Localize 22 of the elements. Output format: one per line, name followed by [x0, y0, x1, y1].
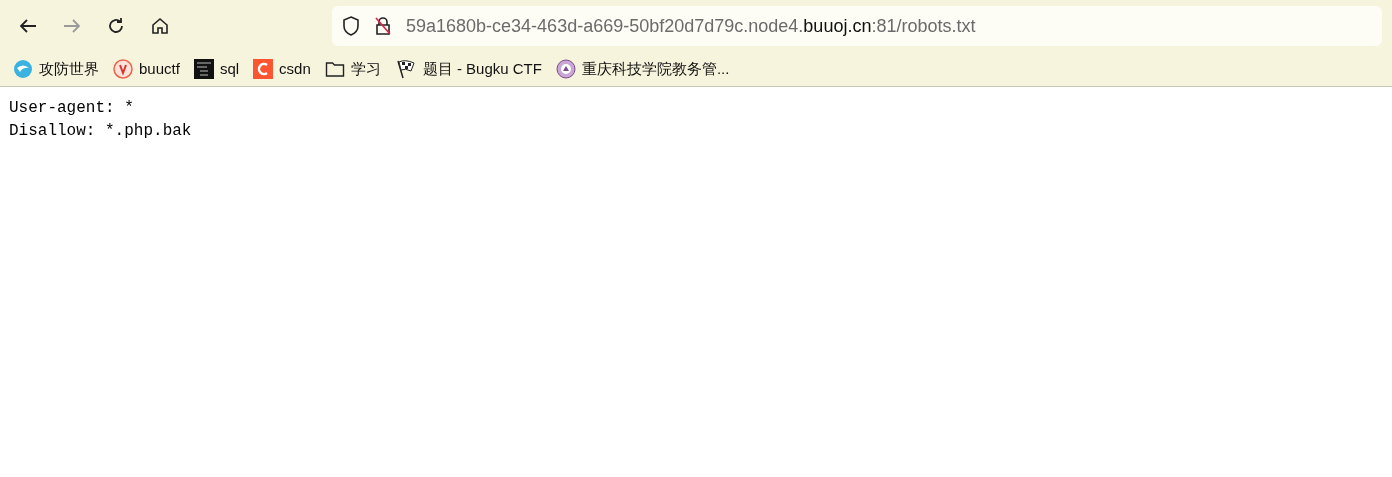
- reload-icon: [106, 16, 126, 36]
- emblem-icon: [555, 59, 576, 79]
- bookmark-item[interactable]: 题目 - Bugku CTF: [394, 57, 542, 81]
- bookmark-item[interactable]: sql: [193, 57, 240, 81]
- bookmark-item[interactable]: csdn: [253, 57, 311, 81]
- shield-icon: [342, 16, 360, 36]
- seal-icon: [113, 59, 133, 79]
- address-bar[interactable]: 59a1680b-ce34-463d-a669-50bf20d7d79c.node4.buuoj.cn:81/robots.txt: [332, 6, 1382, 46]
- hack-icon: [193, 59, 214, 79]
- robots-line: User-agent: *: [9, 98, 134, 119]
- bookmark-item[interactable]: 攻防世界: [13, 57, 99, 81]
- globe-icon: [13, 59, 33, 79]
- bookmark-item[interactable]: 学习: [324, 57, 381, 81]
- bookmark-item[interactable]: buuctf: [113, 57, 180, 81]
- c-logo-icon: [253, 59, 274, 79]
- home-icon: [150, 16, 170, 36]
- folder-icon: [324, 60, 345, 78]
- bookmark-item[interactable]: 重庆科技学院教务管...: [555, 57, 730, 81]
- url-text: 59a1680b-ce34-463d-a669-50bf20d7d79c.node4.buuoj.cn:81/robots.txt: [406, 14, 976, 38]
- robots-line: Disallow: *.php.bak: [9, 121, 192, 142]
- checkered-flag-icon: [394, 59, 417, 79]
- insecure-lock-icon: [374, 16, 392, 36]
